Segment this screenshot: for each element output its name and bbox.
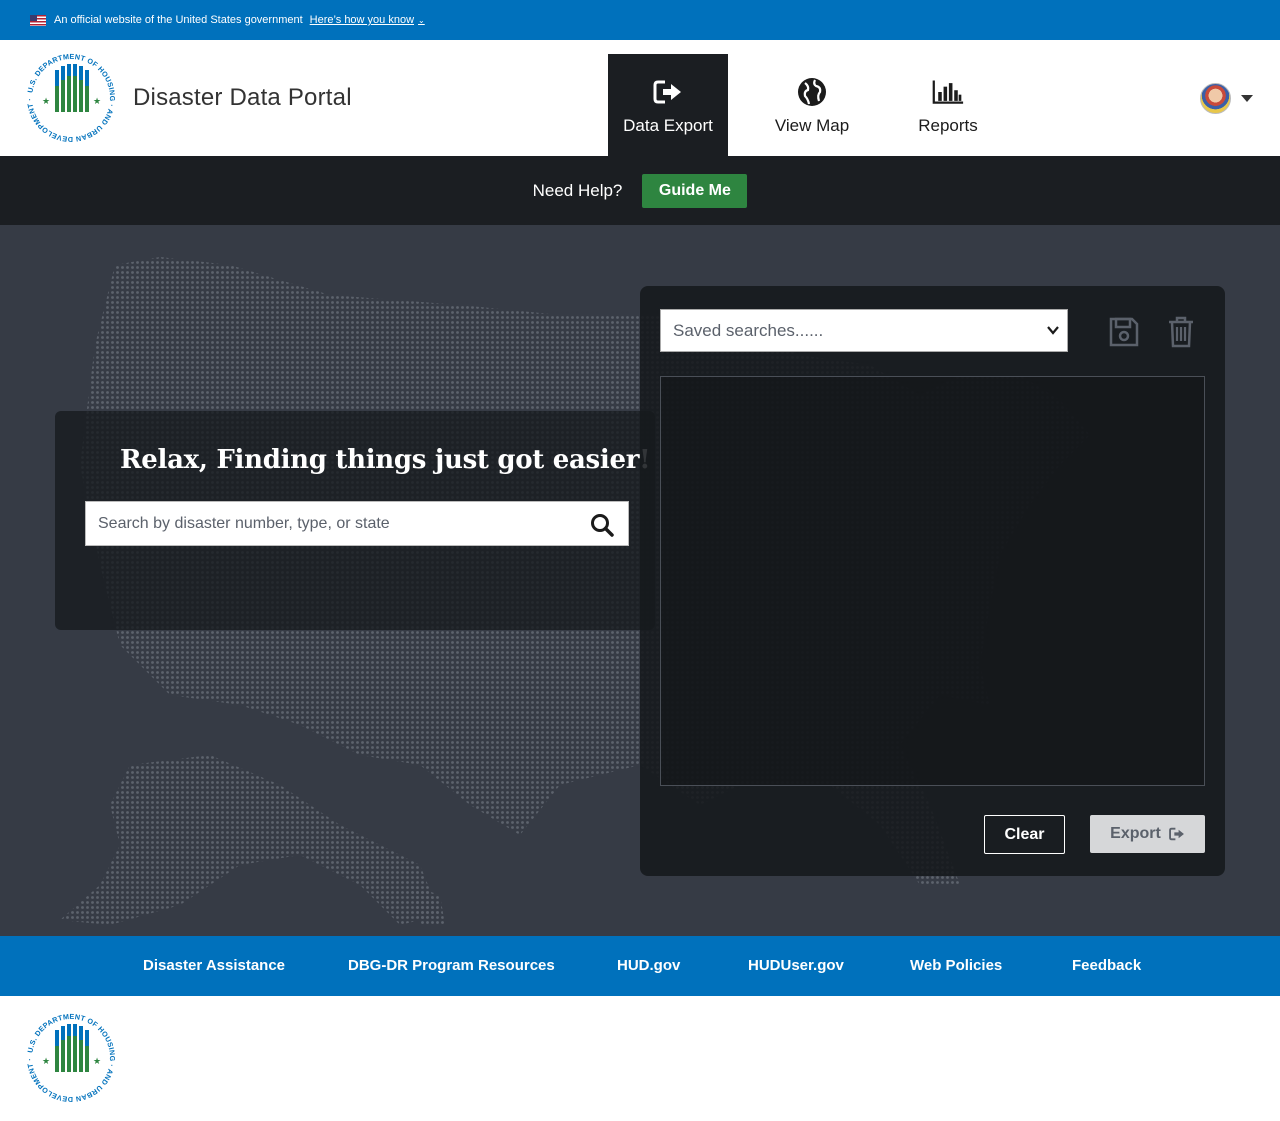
need-help-text: Need Help?: [532, 180, 623, 200]
site-footer: U.S. DEPARTMENT OF HOUSING · AND URBAN D…: [0, 996, 1280, 1121]
site-header: U.S. DEPARTMENT OF HOUSING · AND URBAN D…: [0, 40, 1280, 156]
trash-icon[interactable]: [1167, 316, 1195, 348]
chevron-down-icon: [1047, 326, 1059, 335]
user-avatar[interactable]: [1200, 83, 1231, 114]
footer-link-hud-gov[interactable]: HUD.gov: [617, 957, 680, 974]
help-bar: Need Help? Guide Me: [0, 156, 1280, 225]
search-input[interactable]: [86, 502, 576, 545]
sign-out-icon: [1168, 827, 1184, 841]
saved-searches-placeholder: Saved searches......: [673, 320, 824, 340]
sign-out-icon: [652, 76, 684, 108]
search-icon[interactable]: [590, 513, 614, 537]
hud-seal-logo[interactable]: U.S. DEPARTMENT OF HOUSING · AND URBAN D…: [25, 52, 117, 144]
chevron-down-icon: ⌄: [418, 15, 425, 25]
gov-banner: An official website of the United States…: [0, 0, 1280, 40]
footer-link-huduser-gov[interactable]: HUDUser.gov: [748, 957, 844, 974]
nav-data-export[interactable]: Data Export: [608, 54, 728, 156]
footer-link-web-policies[interactable]: Web Policies: [910, 957, 1002, 974]
nav-reports[interactable]: Reports: [888, 54, 1008, 156]
footer-link-disaster-assistance[interactable]: Disaster Assistance: [143, 957, 285, 974]
gov-banner-text: An official website of the United States…: [54, 14, 303, 26]
search-box: [85, 501, 629, 546]
svg-text:★: ★: [42, 96, 50, 106]
svg-text:★: ★: [42, 1056, 50, 1066]
nav-reports-label: Reports: [918, 116, 978, 135]
portal-title: Disaster Data Portal: [133, 84, 352, 111]
nav-view-map-label: View Map: [774, 116, 850, 135]
hud-seal-logo[interactable]: U.S. DEPARTMENT OF HOUSING · AND URBAN D…: [25, 1012, 117, 1104]
heres-how-you-know-link[interactable]: Here’s how you know ⌄: [310, 14, 425, 26]
caret-down-icon[interactable]: [1241, 95, 1253, 102]
bar-chart-icon: [932, 76, 964, 108]
svg-text:★: ★: [93, 96, 101, 106]
search-panel: Relax, Finding things just got easier!: [55, 411, 655, 630]
svg-text:★: ★: [93, 1056, 101, 1066]
save-icon[interactable]: [1108, 316, 1140, 348]
export-panel: Saved searches...... Clear Export: [640, 286, 1225, 876]
footer-link-feedback[interactable]: Feedback: [1072, 957, 1141, 974]
search-results-box: [660, 376, 1205, 786]
clear-button[interactable]: Clear: [984, 815, 1065, 854]
main-map-area: Relax, Finding things just got easier! S…: [0, 225, 1280, 936]
footer-nav: Disaster Assistance DBG-DR Program Resou…: [0, 936, 1280, 996]
search-tagline: Relax, Finding things just got easier!: [120, 445, 651, 475]
guide-me-button[interactable]: Guide Me: [642, 173, 748, 208]
export-button-label: Export: [1110, 825, 1161, 842]
globe-icon: [796, 76, 828, 108]
footer-link-program-resources[interactable]: DBG-DR Program Resources: [348, 957, 555, 974]
heres-how-you-know-label: Here’s how you know: [309, 14, 415, 26]
nav-view-map[interactable]: View Map: [752, 54, 872, 156]
saved-searches-select[interactable]: Saved searches......: [660, 309, 1068, 352]
export-button[interactable]: Export: [1090, 815, 1205, 853]
us-flag-icon: [30, 14, 46, 26]
nav-data-export-label: Data Export: [623, 116, 713, 135]
